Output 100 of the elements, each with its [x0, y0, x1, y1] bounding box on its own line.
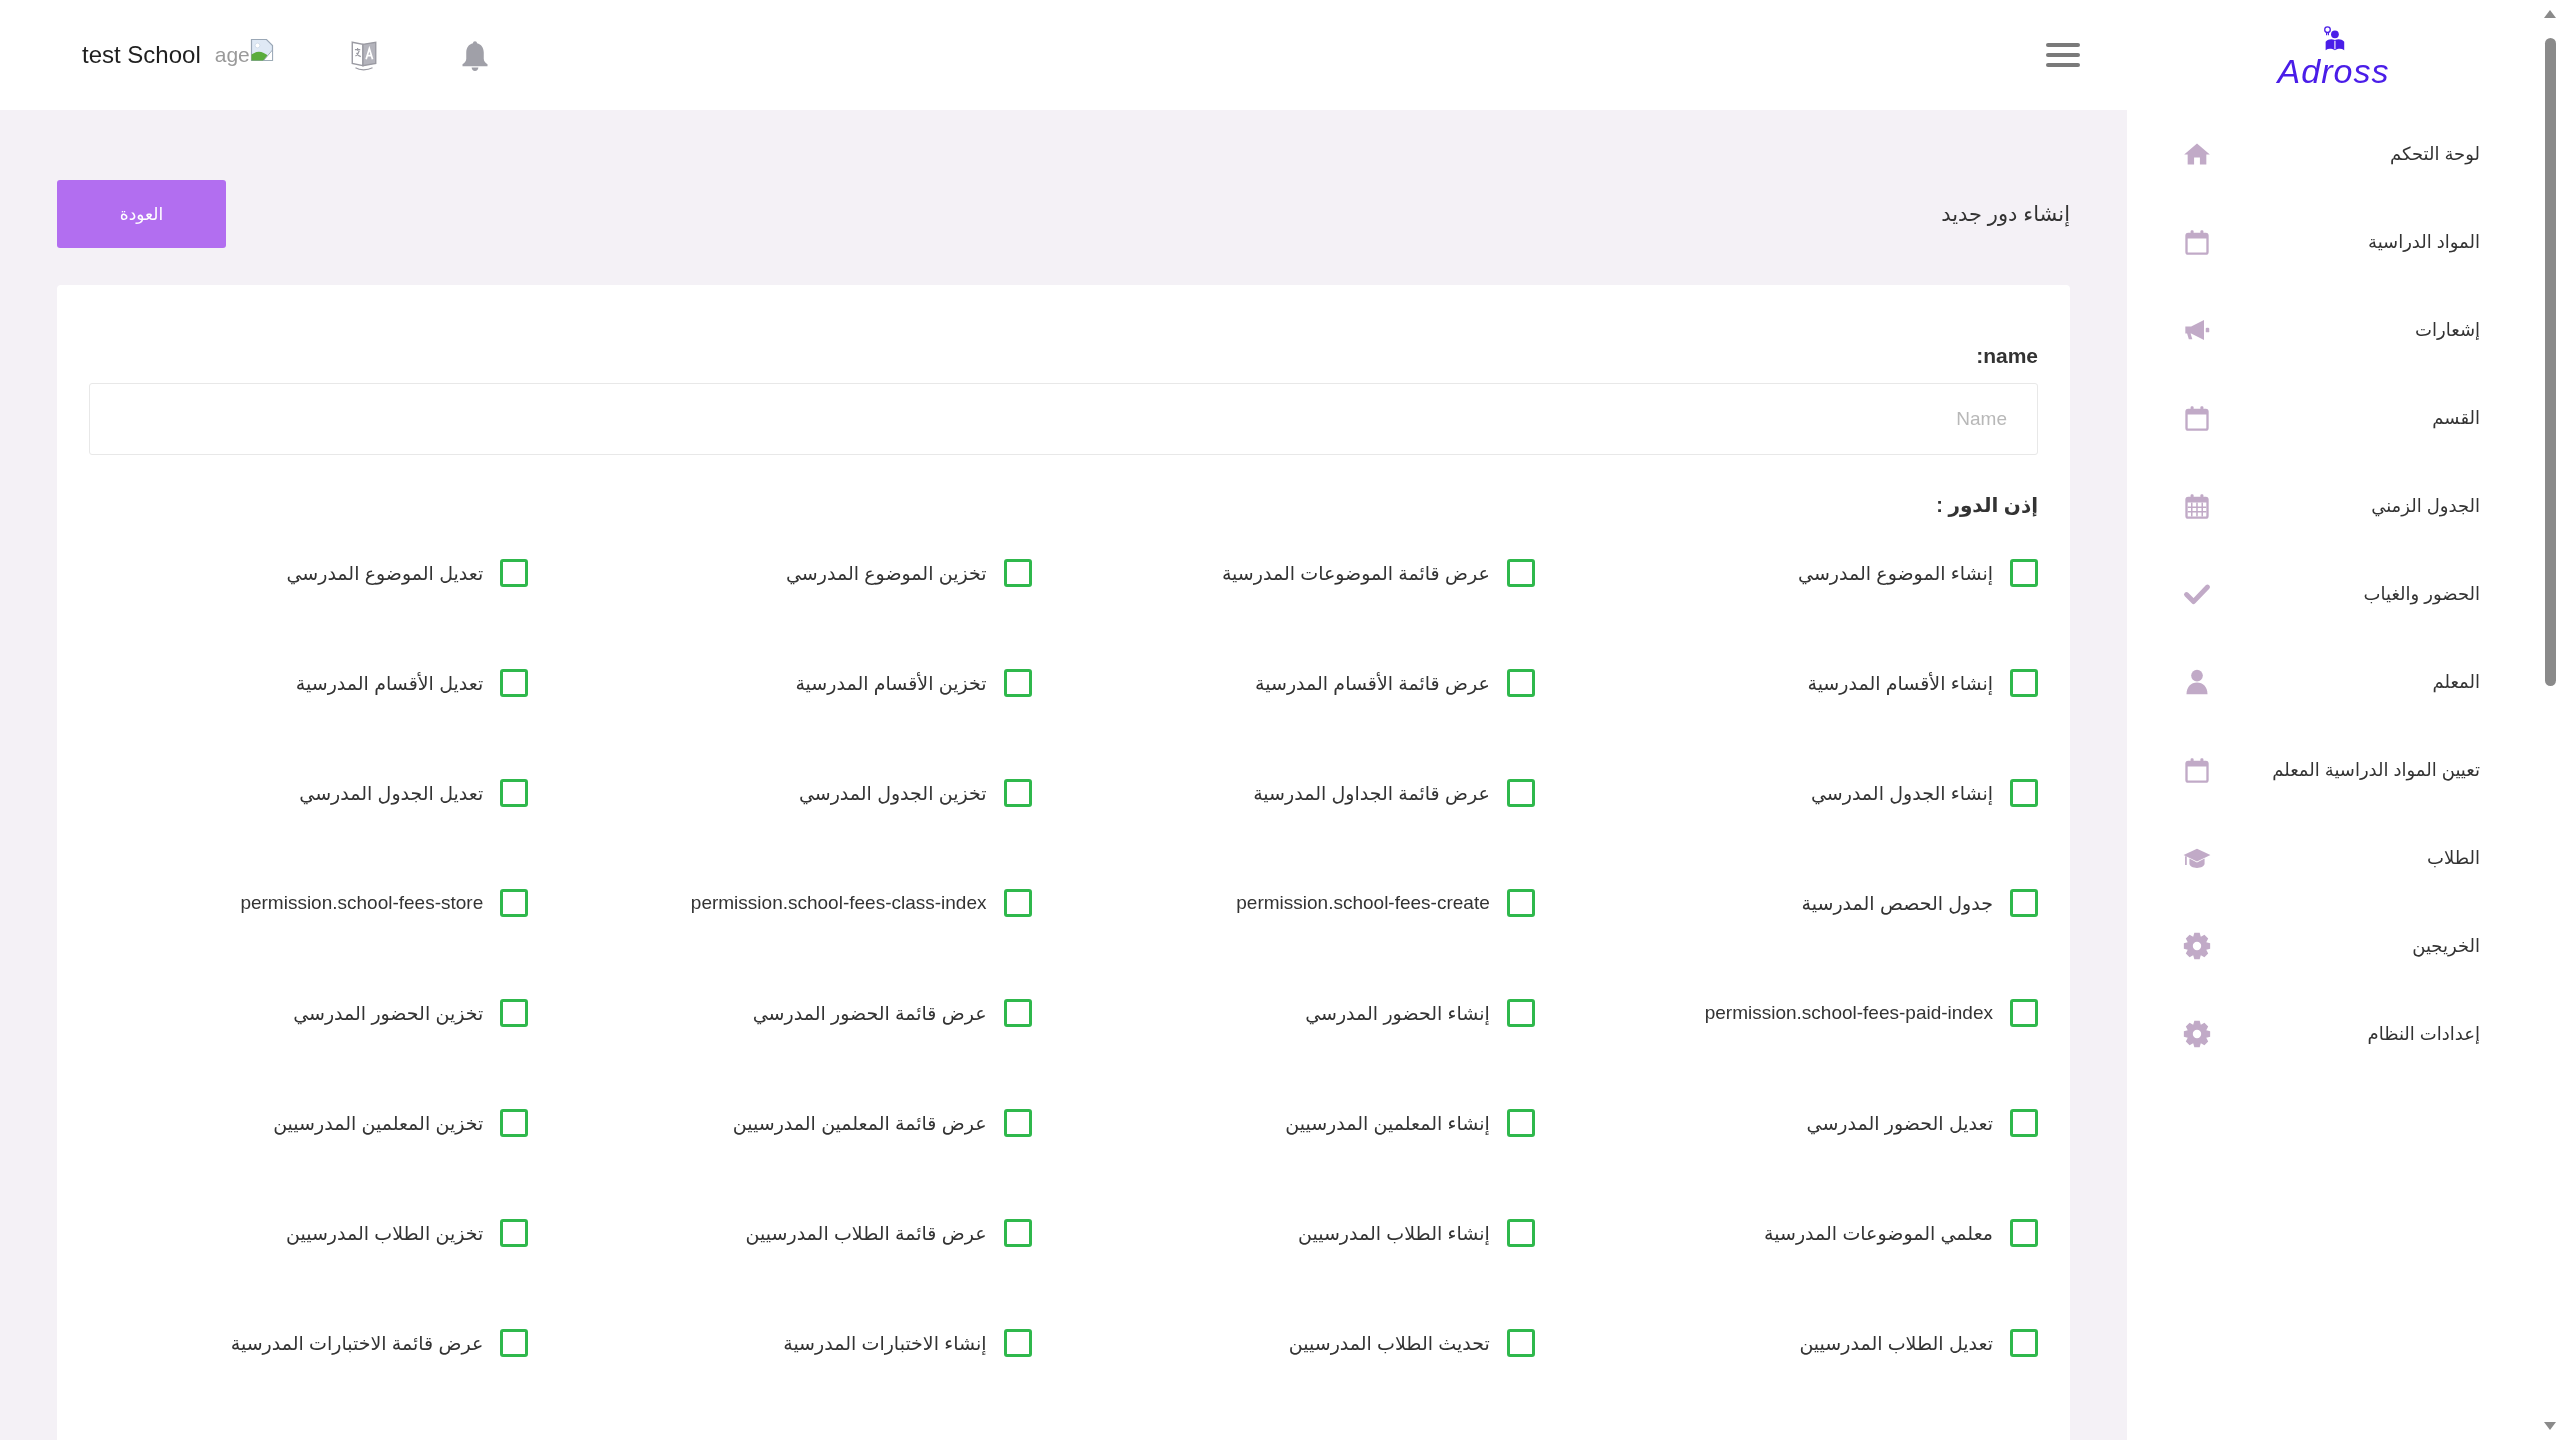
checkbox[interactable]	[1506, 779, 1535, 807]
checkbox[interactable]	[2010, 669, 2038, 697]
calendar-icon	[2183, 756, 2211, 784]
checkbox-label: تعديل الأقسام المدرسية	[295, 671, 484, 695]
checkbox-label: تحديث الطلاب المدرسيين	[1288, 1331, 1490, 1355]
school-name: test School	[82, 41, 201, 69]
nav-label: إشعارات	[2415, 319, 2480, 341]
checkbox[interactable]	[500, 1329, 529, 1357]
checkbox[interactable]	[500, 889, 529, 917]
image-alt-text: age	[214, 43, 250, 67]
nav-label: تعيين المواد الدراسية المعلم	[2272, 759, 2480, 781]
checkbox-label: تخزين الجدول المدرسي	[798, 781, 987, 805]
checkbox-label: تخزين الموضوع المدرسي	[786, 561, 987, 585]
checkbox[interactable]	[2010, 1329, 2038, 1357]
checkbox[interactable]	[1506, 1109, 1535, 1137]
checkbox[interactable]	[500, 1109, 529, 1137]
scroll-up-arrow-icon[interactable]	[2544, 10, 2556, 18]
checkbox[interactable]	[500, 779, 529, 807]
calendar-icon	[2183, 492, 2211, 520]
checkbox-label: إنشاء الجدول المدرسي	[1810, 781, 1993, 805]
checkbox[interactable]	[2010, 779, 2038, 807]
nav-label: إعدادات النظام	[2367, 1023, 2480, 1045]
sidebar-nav-item[interactable]: الحضور والغياب	[2127, 550, 2540, 638]
nav-label: الحضور والغياب	[2363, 583, 2480, 605]
checkbox-label: تعديل الموضوع المدرسي	[286, 561, 484, 585]
checkbox-label: تعديل الجدول المدرسي	[299, 781, 484, 805]
checkbox-label: إنشاء الاختبارات المدرسية	[783, 1331, 987, 1355]
checkbox-label: إنشاء الموضوع المدرسي	[1798, 561, 1993, 585]
gear-icon	[2183, 1020, 2211, 1048]
translate-icon[interactable]	[349, 39, 378, 71]
checkbox[interactable]	[500, 669, 529, 697]
sidebar-nav-item[interactable]: لوحة التحكم	[2127, 110, 2540, 198]
checkbox-label: تخزين المعلمين المدرسيين	[273, 1111, 484, 1135]
checkbox-label: تخزين الحضور المدرسي	[293, 1001, 484, 1025]
menu-icon[interactable]	[2046, 42, 2080, 68]
checkbox[interactable]	[1506, 1329, 1535, 1357]
checkbox[interactable]	[500, 1219, 529, 1247]
checkbox-label: إنشاء الحضور المدرسي	[1305, 1001, 1490, 1025]
checkbox-label: عرض قائمة الأقسام المدرسية	[1255, 671, 1490, 695]
sidebar-nav-item[interactable]: تعيين المواد الدراسية المعلم	[2127, 726, 2540, 814]
checkbox[interactable]	[1003, 669, 1032, 697]
nav-label: المواد الدراسية	[2368, 231, 2480, 253]
checkbox-label: إنشاء الطلاب المدرسيين	[1298, 1221, 1490, 1245]
checkbox-label: معلمي الموضوعات المدرسية	[1764, 1221, 1993, 1245]
name-label: :name	[1975, 343, 2038, 369]
checkbox[interactable]	[1003, 999, 1032, 1027]
checkbox[interactable]	[1506, 999, 1535, 1027]
checkbox[interactable]	[2010, 1109, 2038, 1137]
sidebar-nav-item[interactable]: القسم	[2127, 374, 2540, 462]
nav-label: المعلم	[2432, 671, 2480, 693]
nav-label: القسم	[2432, 407, 2480, 429]
checkbox-label: عرض قائمة الطلاب المدرسيين	[745, 1221, 987, 1245]
name-input-field[interactable]: Name	[89, 383, 2038, 455]
checkbox[interactable]	[2010, 889, 2038, 917]
calendar-icon	[2183, 228, 2211, 256]
checkbox-label: إنشاء الأقسام المدرسية	[1807, 671, 1993, 695]
checkbox[interactable]	[500, 559, 529, 587]
checkbox-label: تخزين الأقسام المدرسية	[795, 671, 987, 695]
checkbox[interactable]	[1506, 669, 1535, 697]
sidebar-nav-item[interactable]: الطلاب	[2127, 814, 2540, 902]
sidebar-nav-item[interactable]: المعلم	[2127, 638, 2540, 726]
checkbox-label: عرض قائمة الحضور المدرسي	[752, 1001, 987, 1025]
sidebar-nav-item[interactable]: الخريجين	[2127, 902, 2540, 990]
scrollbar-thumb[interactable]	[2544, 38, 2556, 686]
checkbox[interactable]	[1506, 889, 1535, 917]
page-title: إنشاء دور جديد	[1941, 202, 2070, 226]
checkbox-label: عرض قائمة الاختبارات المدرسية	[230, 1331, 484, 1355]
checkbox[interactable]	[2010, 559, 2038, 587]
checkbox[interactable]	[1003, 889, 1032, 917]
calendar-icon	[2183, 404, 2211, 432]
checkbox[interactable]	[1003, 1329, 1032, 1357]
scroll-down-arrow-icon[interactable]	[2544, 1422, 2556, 1430]
nav-label: لوحة التحكم	[2389, 143, 2480, 165]
sidebar-nav-item[interactable]: المواد الدراسية	[2127, 198, 2540, 286]
sidebar-nav-item[interactable]: إشعارات	[2127, 286, 2540, 374]
checkbox[interactable]	[1003, 559, 1032, 587]
permissions-label: إذن الدور :	[1935, 493, 2038, 518]
checkbox[interactable]	[1003, 1109, 1032, 1137]
checkbox-label: تعديل الطلاب المدرسيين	[1799, 1331, 1993, 1355]
checkbox-label: permission.school-fees-class-index	[690, 892, 987, 914]
checkbox[interactable]	[1506, 1219, 1535, 1247]
checkbox-label: جدول الحصص المدرسية	[1801, 891, 1993, 915]
checkbox-label: تعديل الحضور المدرسي	[1806, 1111, 1993, 1135]
checkbox[interactable]	[1003, 779, 1032, 807]
checkbox[interactable]	[2010, 999, 2038, 1027]
nav-label: الخريجين	[2412, 935, 2480, 957]
nav-label: الجدول الزمني	[2371, 495, 2480, 517]
gear-icon	[2183, 932, 2211, 960]
sidebar-nav-item[interactable]: إعدادات النظام	[2127, 990, 2540, 1078]
checkbox-label: تخزين الطلاب المدرسيين	[285, 1221, 484, 1245]
checkbox[interactable]	[1003, 1219, 1032, 1247]
checkbox[interactable]	[2010, 1219, 2038, 1247]
checkbox[interactable]	[1506, 559, 1535, 587]
broken-image-icon	[249, 38, 274, 62]
checkbox[interactable]	[500, 999, 529, 1027]
nav-label: الطلاب	[2427, 847, 2480, 869]
checkbox-label: عرض قائمة الجداول المدرسية	[1253, 781, 1490, 805]
checkbox-label: عرض قائمة المعلمين المدرسيين	[732, 1111, 987, 1135]
sidebar-nav-item[interactable]: الجدول الزمني	[2127, 462, 2540, 550]
checkbox-label: permission.school-fees-store	[240, 892, 484, 914]
